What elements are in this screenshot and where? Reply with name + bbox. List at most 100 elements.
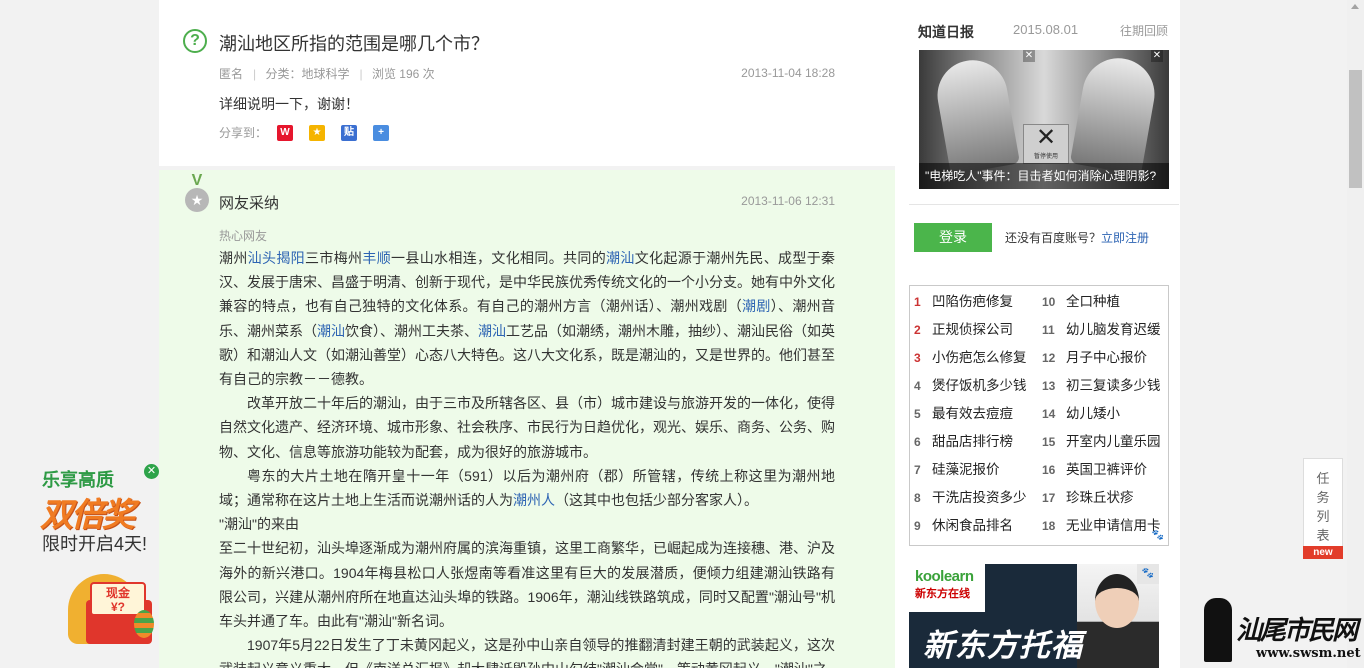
hot-list-text[interactable]: 最有效去痘痘 xyxy=(932,406,1013,421)
hot-list-rank: 18 xyxy=(1042,519,1056,533)
paw-icon: 🐾 xyxy=(1151,530,1164,541)
medal-icon: V ★ xyxy=(183,173,211,214)
ad-title: 新东方托福 xyxy=(923,628,1083,663)
hot-list-item[interactable]: 1 凹陷伤疤修复 xyxy=(914,288,1027,316)
hot-list-item[interactable]: 10 全口种植 xyxy=(1042,288,1161,316)
hot-list-rank: 13 xyxy=(1042,379,1056,393)
hot-list-item[interactable]: 3 小伤疤怎么修复 xyxy=(914,344,1027,372)
hot-list-item[interactable]: 4 煲仔饭机多少钱 xyxy=(914,372,1027,400)
question-circle-icon: ? xyxy=(183,29,207,53)
hot-list-item[interactable]: 13 初三复读多少钱 xyxy=(1042,372,1161,400)
hot-list-rank: 17 xyxy=(1042,491,1056,505)
hot-list-rank: 14 xyxy=(1042,407,1056,421)
hot-list-rank: 4 xyxy=(914,379,921,393)
hot-list-item[interactable]: 5 最有效去痘痘 xyxy=(914,400,1027,428)
register-link[interactable]: 立即注册 xyxy=(1101,231,1149,245)
category-link[interactable]: 分类：地球科学 xyxy=(265,67,349,81)
hot-list-item[interactable]: 7 硅藻泥报价 xyxy=(914,456,1027,484)
link-fengshun[interactable]: 丰顺 xyxy=(362,250,391,266)
hot-list-text[interactable]: 凹陷伤疤修复 xyxy=(932,294,1013,309)
main-column: ? 潮汕地区所指的范围是哪几个市？ 匿名 | 分类：地球科学 | 浏览 196 次 … xyxy=(159,0,895,668)
hot-list-rank: 10 xyxy=(1042,295,1056,309)
hot-list-rank: 11 xyxy=(1042,323,1055,337)
close-icon: ✕ xyxy=(1023,50,1035,62)
question-title: 潮汕地区所指的范围是哪几个市？ xyxy=(219,34,489,54)
scrollbar[interactable] xyxy=(1347,0,1364,668)
hot-list-text[interactable]: 硅藻泥报价 xyxy=(932,462,1000,477)
hot-list-item[interactable]: 14 幼儿矮小 xyxy=(1042,400,1161,428)
hot-list-item[interactable]: 11 幼儿脑发育迟缓 xyxy=(1042,316,1161,344)
divider xyxy=(909,204,1179,205)
hot-list-rank: 9 xyxy=(914,519,921,533)
watermark-title: 汕尾市民网 xyxy=(1236,616,1358,646)
link-shantou[interactable]: 汕头 xyxy=(248,250,277,266)
promo-line-2: 双倍奖 xyxy=(40,496,135,533)
daily-image[interactable]: ✕ 暂停使用 ✕ ✕ "电梯吃人"事件：目击者如何消除心理阴影? xyxy=(919,50,1169,189)
link-jieyang[interactable]: 揭阳 xyxy=(276,250,305,266)
asker-name: 匿名 xyxy=(219,67,244,81)
hot-list-item[interactable]: 16 英国卫裤评价 xyxy=(1042,456,1161,484)
login-button[interactable]: 登录 xyxy=(914,223,992,252)
weibo-share-icon[interactable]: W xyxy=(277,124,294,141)
daily-date: 2015.08.01 xyxy=(1013,22,1079,37)
scroll-thumb[interactable] xyxy=(1349,70,1362,188)
answer-card: V ★ 网友采纳 2013-11-06 12:31 热心网友 潮州汕头揭阳三市梅… xyxy=(159,166,895,668)
new-badge: new xyxy=(1303,546,1343,559)
link-chaoju[interactable]: 潮剧 xyxy=(742,298,771,314)
hot-list-text[interactable]: 休闲食品排名 xyxy=(932,518,1013,533)
hot-list-text[interactable]: 甜品店排行榜 xyxy=(932,434,1013,449)
hot-list-text[interactable]: 煲仔饭机多少钱 xyxy=(932,378,1027,393)
hot-list-text[interactable]: 干洗店投资多少 xyxy=(932,490,1027,505)
hot-list-text[interactable]: 初三复读多少钱 xyxy=(1066,378,1161,393)
hot-list-text[interactable]: 无业申请信用卡 xyxy=(1066,518,1161,533)
hot-list-text[interactable]: 开室内儿童乐园 xyxy=(1066,434,1161,449)
hot-list-item[interactable]: 8 干洗店投资多少 xyxy=(914,484,1027,512)
hot-list-item[interactable]: 12 月子中心报价 xyxy=(1042,344,1161,372)
hot-list-text[interactable]: 英国卫裤评价 xyxy=(1066,462,1147,477)
ad-brand-logo: koolearn 新东方在线 xyxy=(909,564,985,612)
hot-list-item[interactable]: 6 甜品店排行榜 xyxy=(914,428,1027,456)
hot-list-rank: 16 xyxy=(1042,463,1056,477)
hot-list-item[interactable]: 15 开室内儿童乐园 xyxy=(1042,428,1161,456)
task-list-tab[interactable]: 任务列表 xyxy=(1303,458,1343,558)
answer-paragraph-1: 潮州汕头揭阳三市梅州丰顺一县山水相连，文化相同。共同的潮汕文化起源于潮州先民、成… xyxy=(219,250,836,388)
ad-banner[interactable]: koolearn 新东方在线 新东方托福 🐾 xyxy=(909,564,1159,668)
answer-subheading: "潮汕"的来由 xyxy=(219,516,299,533)
hot-list-left: 1 凹陷伤疤修复 2 正规侦探公司 3 小伤疤怎么修复 4 煲仔饭机多少钱 5 最有效去痘痘 6 甜品… xyxy=(914,288,1027,540)
question-meta: 匿名 | 分类：地球科学 | 浏览 196 次 xyxy=(219,67,435,81)
more-share-icon[interactable]: + xyxy=(373,124,390,141)
sign-image: ✕ 暂停使用 xyxy=(1023,124,1069,164)
egg-icon xyxy=(134,610,154,638)
promo-float[interactable]: ✕ 乐享高质 双倍奖 限时开启4天! 现金 ¥? xyxy=(36,462,164,658)
view-count: 浏览 196 次 xyxy=(371,67,435,81)
watermark-url: www.swsm.net xyxy=(1256,646,1361,661)
link-chaoshan-2[interactable]: 潮汕 xyxy=(317,323,345,339)
hot-list-text[interactable]: 小伤疤怎么修复 xyxy=(932,350,1027,365)
close-icon[interactable]: ✕ xyxy=(144,464,159,479)
hot-list-text[interactable]: 幼儿矮小 xyxy=(1066,406,1120,421)
hot-list-item[interactable]: 17 珍珠丘状疹 xyxy=(1042,484,1161,512)
hot-list-text[interactable]: 全口种植 xyxy=(1066,294,1120,309)
right-sidebar: 知道日报 2015.08.01 往期回顾 ✕ 暂停使用 ✕ ✕ "电梯吃人"事件：… xyxy=(895,0,1180,668)
hot-list-item[interactable]: 2 正规侦探公司 xyxy=(914,316,1027,344)
answer-label: 网友采纳 xyxy=(219,195,280,212)
person-silhouette-icon xyxy=(1204,598,1232,662)
scroll-up-icon[interactable] xyxy=(1351,4,1359,9)
close-icon: ✕ xyxy=(1151,50,1163,62)
hot-list-text[interactable]: 珍珠丘状疹 xyxy=(1066,490,1134,505)
hot-list-item[interactable]: 9 休闲食品排名 xyxy=(914,512,1027,540)
link-chaozhouren[interactable]: 潮州人 xyxy=(513,492,555,508)
share-bar: 分享到： W ★ 贴 + xyxy=(219,124,390,141)
hot-list-text[interactable]: 幼儿脑发育迟缓 xyxy=(1066,322,1161,337)
daily-caption[interactable]: "电梯吃人"事件：目击者如何消除心理阴影? xyxy=(919,163,1169,189)
qzone-share-icon[interactable]: ★ xyxy=(309,124,326,141)
tieba-share-icon[interactable]: 贴 xyxy=(341,124,358,141)
daily-archive-link[interactable]: 往期回顾 xyxy=(1120,22,1168,39)
hot-list-text[interactable]: 月子中心报价 xyxy=(1066,350,1147,365)
link-chaoshan-3[interactable]: 潮汕 xyxy=(478,323,506,339)
hot-list-rank: 8 xyxy=(914,491,921,505)
hot-list-text[interactable]: 正规侦探公司 xyxy=(932,322,1013,337)
hot-list-item[interactable]: 18 无业申请信用卡 xyxy=(1042,512,1161,540)
link-chaoshan[interactable]: 潮汕 xyxy=(606,250,635,266)
question-date: 2013-11-04 18:28 xyxy=(741,66,835,80)
